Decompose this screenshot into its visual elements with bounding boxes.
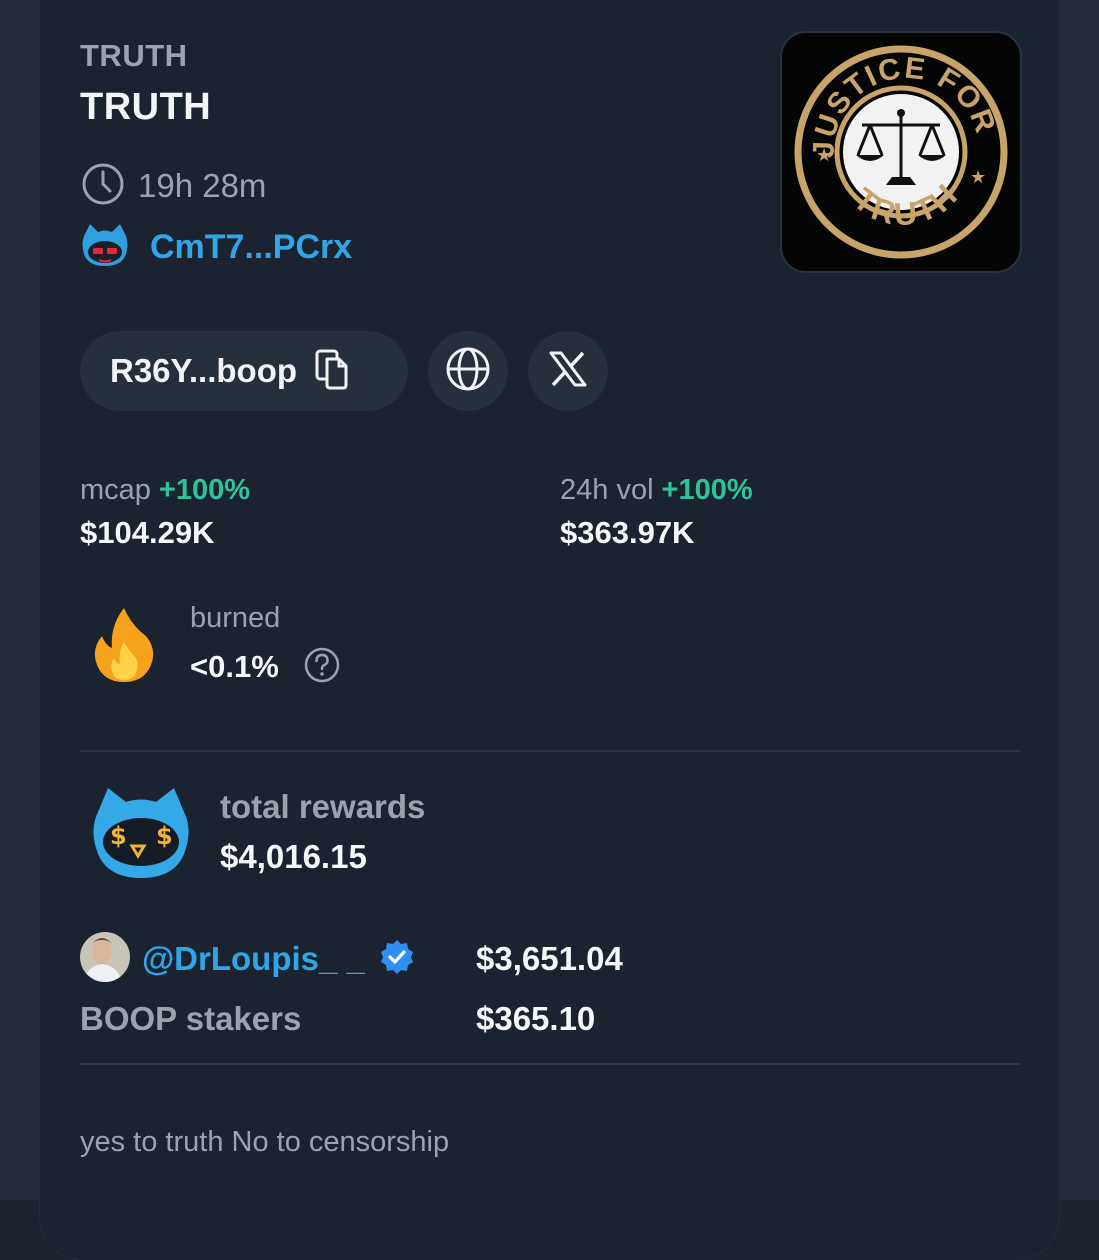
divider-bottom bbox=[80, 1063, 1020, 1065]
token-description: yes to truth No to censorship bbox=[80, 1126, 450, 1158]
recipient-stakers-amount: $365.10 bbox=[476, 1000, 596, 1037]
token-logo: ★ ★ JUSTICE FOR TRUTH bbox=[780, 31, 1022, 273]
volume-label-row: 24h vol +100% bbox=[560, 474, 753, 507]
volume-label: 24h vol bbox=[560, 474, 654, 506]
divider-top bbox=[80, 750, 1020, 752]
svg-text:★: ★ bbox=[970, 167, 986, 188]
total-rewards-value: $4,016.15 bbox=[220, 838, 367, 875]
creator-avatar-icon bbox=[80, 222, 130, 273]
volume-change: +100% bbox=[661, 474, 753, 506]
contract-address-pill[interactable]: R36Y...boop bbox=[80, 331, 408, 411]
x-logo-icon bbox=[549, 351, 587, 392]
avatar bbox=[80, 931, 130, 987]
mcap-change: +100% bbox=[158, 474, 251, 506]
mcap-label-row: mcap +100% bbox=[80, 474, 250, 507]
token-age: 19h 28m bbox=[80, 163, 267, 208]
mcap-label: mcap bbox=[80, 474, 151, 506]
mcap-value: $104.29K bbox=[80, 515, 215, 550]
burned-stat: <0.1% bbox=[190, 645, 341, 689]
token-age-text: 19h 28m bbox=[138, 167, 267, 204]
svg-text:$: $ bbox=[156, 822, 173, 850]
recipient-stakers-label: BOOP stakers bbox=[80, 1000, 302, 1037]
clock-icon bbox=[80, 161, 126, 212]
creator-link[interactable]: CmT7...PCrx bbox=[80, 222, 352, 272]
verified-badge-icon bbox=[379, 939, 415, 980]
mcap-stat: mcap +100% $104.29K bbox=[80, 474, 250, 551]
website-button[interactable] bbox=[428, 331, 508, 411]
justice-for-truth-seal-image: ★ ★ JUSTICE FOR TRUTH bbox=[794, 45, 1008, 259]
x-link-button[interactable] bbox=[528, 331, 608, 411]
creator-address: CmT7...PCrx bbox=[150, 227, 353, 266]
help-icon[interactable] bbox=[303, 646, 341, 689]
copy-icon[interactable] bbox=[313, 347, 351, 396]
token-name: TRUTH bbox=[80, 86, 212, 128]
total-rewards-label: total rewards bbox=[220, 788, 426, 825]
burned-value: <0.1% bbox=[190, 649, 279, 684]
burned-label: burned bbox=[190, 602, 281, 634]
volume-value: $363.97K bbox=[560, 515, 695, 550]
rewards-mascot-icon: $ $ bbox=[90, 784, 192, 887]
recipient-creator-amount: $3,651.04 bbox=[476, 940, 623, 977]
globe-icon bbox=[445, 346, 491, 397]
svg-text:$: $ bbox=[110, 822, 127, 850]
fire-icon bbox=[92, 606, 156, 689]
token-ticker: TRUTH bbox=[80, 38, 188, 73]
contract-address: R36Y...boop bbox=[110, 352, 298, 389]
recipient-stakers: BOOP stakers bbox=[80, 994, 301, 1044]
recipient-creator[interactable]: @DrLoupis_ _ bbox=[80, 931, 415, 987]
volume-stat: 24h vol +100% $363.97K bbox=[560, 474, 753, 551]
recipient-handle: @DrLoupis_ _ bbox=[142, 940, 365, 977]
